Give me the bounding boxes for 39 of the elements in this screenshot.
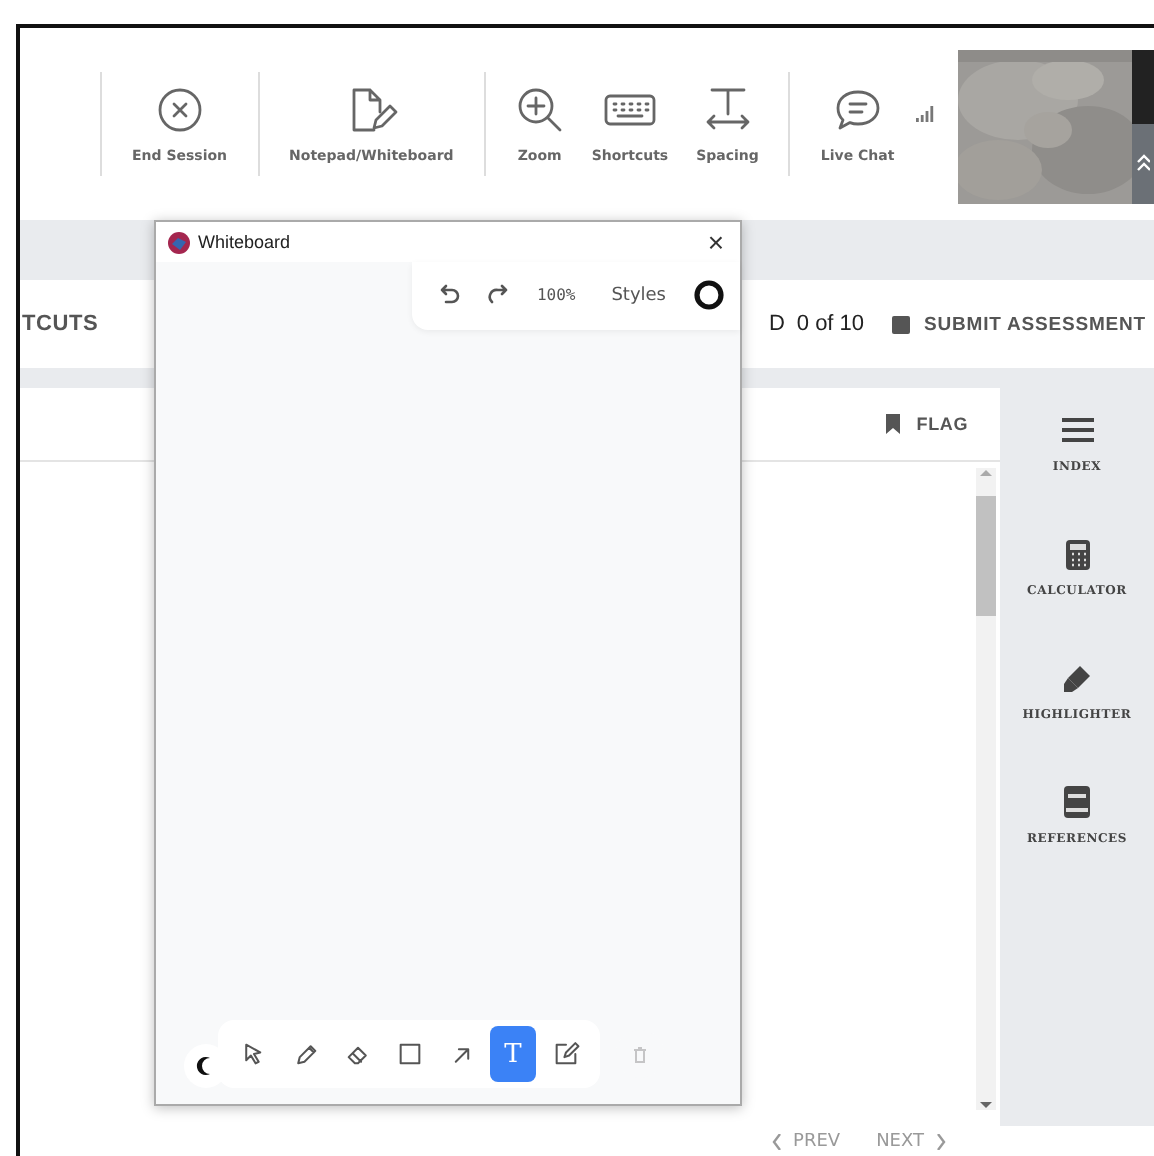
flag-button[interactable]: FLAG bbox=[886, 414, 968, 434]
keyboard-icon bbox=[603, 92, 656, 128]
redo-icon[interactable] bbox=[488, 284, 509, 306]
collapse-button[interactable] bbox=[1132, 49, 1154, 203]
zoom-level[interactable]: 100% bbox=[536, 286, 576, 304]
pointer-icon bbox=[239, 1040, 267, 1068]
menu-icon bbox=[1061, 416, 1093, 444]
shortcuts-label[interactable]: TCUTS bbox=[22, 312, 99, 336]
zoom-in-icon bbox=[515, 86, 564, 134]
text-spacing-icon bbox=[701, 86, 754, 134]
whiteboard-canvas[interactable]: 100% Styles T bbox=[156, 262, 740, 1104]
scroll-thumb[interactable] bbox=[976, 496, 996, 616]
calculator-icon bbox=[1065, 539, 1089, 569]
book-icon bbox=[1064, 786, 1090, 818]
double-chevron-icon bbox=[1136, 153, 1150, 171]
stroke-style-icon[interactable] bbox=[694, 280, 724, 310]
signal-icon bbox=[916, 106, 935, 122]
undo-icon[interactable] bbox=[440, 284, 461, 306]
app-logo-icon bbox=[168, 231, 190, 253]
chat-bubble-icon bbox=[833, 88, 882, 132]
scroll-down-icon[interactable] bbox=[980, 1102, 992, 1110]
styles-button[interactable]: Styles bbox=[611, 285, 666, 305]
chevron-left-icon bbox=[771, 1133, 782, 1149]
tool-button[interactable]: T bbox=[490, 1026, 536, 1082]
progress-label: D bbox=[768, 312, 785, 336]
trash-icon bbox=[632, 1045, 648, 1063]
chevron-right-icon bbox=[936, 1133, 946, 1149]
window-title: Whiteboard bbox=[198, 232, 293, 252]
edit-box-icon bbox=[551, 1040, 579, 1068]
bookmark-icon bbox=[886, 414, 901, 434]
highlighter-icon bbox=[1062, 663, 1092, 693]
pencil-icon bbox=[291, 1040, 319, 1068]
progress-count: 0 of 10 bbox=[796, 312, 865, 336]
close-button[interactable]: × bbox=[703, 228, 728, 256]
square-icon bbox=[395, 1040, 423, 1068]
close-circle-icon bbox=[155, 86, 204, 134]
submit-button[interactable]: SUBMIT ASSESSMENT bbox=[892, 313, 1146, 335]
scrollbar[interactable] bbox=[976, 468, 996, 1110]
square-icon bbox=[892, 315, 911, 333]
